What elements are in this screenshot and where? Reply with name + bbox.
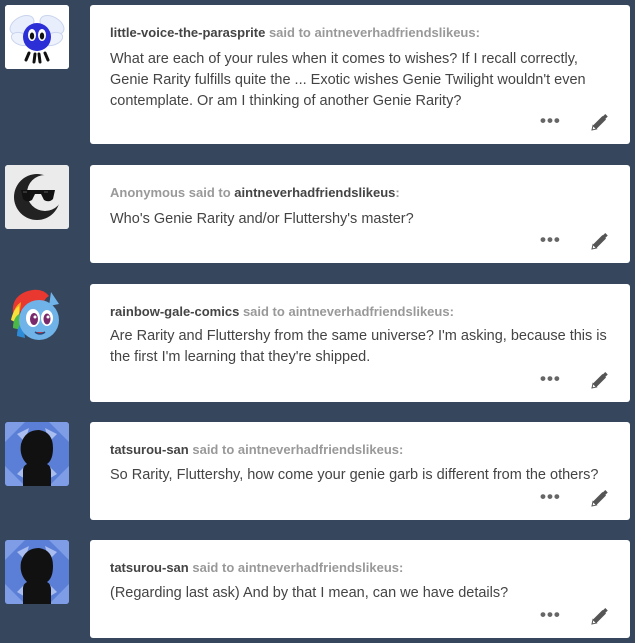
said-to-label: said to <box>242 304 285 319</box>
post-controls: ••• <box>540 112 610 134</box>
post-controls: ••• <box>540 488 610 510</box>
more-options-icon[interactable]: ••• <box>540 231 561 249</box>
question-text: (Regarding last ask) And by that I mean,… <box>110 585 509 601</box>
pencil-edit-icon[interactable] <box>588 606 610 628</box>
parasprite-avatar-icon <box>5 5 69 69</box>
question-text: Are Rarity and Fluttershy from the same … <box>110 328 607 365</box>
pony-avatar-icon <box>5 284 69 348</box>
default-silhouette-avatar-icon <box>5 422 69 486</box>
asker-line: little-voice-the-parasprite said to aint… <box>110 25 480 40</box>
said-to-label: said to <box>192 560 235 575</box>
recipient-name[interactable]: aintneverhadfriendslikeus <box>238 442 399 457</box>
avatar[interactable] <box>5 165 69 229</box>
recipient-name[interactable]: aintneverhadfriendslikeus <box>234 185 395 200</box>
more-options-icon[interactable]: ••• <box>540 112 561 130</box>
question-text: What are each of your rules when it come… <box>110 51 586 109</box>
question-text: So Rarity, Fluttershy, how come your gen… <box>110 467 599 483</box>
ask-card: tatsurou-san said to aintneverhadfriends… <box>90 540 630 638</box>
post-controls: ••• <box>540 231 610 253</box>
asker-line: rainbow-gale-comics said to aintneverhad… <box>110 304 454 319</box>
asker-name[interactable]: little-voice-the-parasprite <box>110 25 265 40</box>
avatar[interactable] <box>5 5 69 69</box>
said-to-label: said to <box>192 442 235 457</box>
asker-name[interactable]: rainbow-gale-comics <box>110 304 239 319</box>
asker-suffix: : <box>395 185 400 200</box>
post-controls: ••• <box>540 606 610 628</box>
anonymous-sunglasses-avatar-icon <box>5 165 69 229</box>
pencil-edit-icon[interactable] <box>588 488 610 510</box>
asker-name[interactable]: tatsurou-san <box>110 442 189 457</box>
question-text: Who's Genie Rarity and/or Fluttershy's m… <box>110 211 414 227</box>
default-silhouette-avatar-icon <box>5 540 69 604</box>
ask-card: tatsurou-san said to aintneverhadfriends… <box>90 422 630 520</box>
asker-line: Anonymous said to aintneverhadfriendslik… <box>110 185 400 200</box>
post-controls: ••• <box>540 370 610 392</box>
asker-suffix: : <box>449 304 454 319</box>
said-to-label: said to <box>188 185 231 200</box>
asker-line: tatsurou-san said to aintneverhadfriends… <box>110 442 403 457</box>
ask-card: rainbow-gale-comics said to aintneverhad… <box>90 284 630 402</box>
more-options-icon[interactable]: ••• <box>540 488 561 506</box>
recipient-name[interactable]: aintneverhadfriendslikeus <box>288 304 449 319</box>
avatar[interactable] <box>5 422 69 486</box>
asker-suffix: : <box>399 442 404 457</box>
pencil-edit-icon[interactable] <box>588 231 610 253</box>
asker-name: Anonymous <box>110 185 186 200</box>
said-to-label: said to <box>268 25 311 40</box>
asker-suffix: : <box>475 25 480 40</box>
recipient-name[interactable]: aintneverhadfriendslikeus <box>314 25 475 40</box>
more-options-icon[interactable]: ••• <box>540 606 561 624</box>
avatar[interactable] <box>5 540 69 604</box>
more-options-icon[interactable]: ••• <box>540 370 561 388</box>
asker-line: tatsurou-san said to aintneverhadfriends… <box>110 560 403 575</box>
pencil-edit-icon[interactable] <box>588 112 610 134</box>
pencil-edit-icon[interactable] <box>588 370 610 392</box>
ask-card: little-voice-the-parasprite said to aint… <box>90 5 630 144</box>
ask-card: Anonymous said to aintneverhadfriendslik… <box>90 165 630 263</box>
recipient-name[interactable]: aintneverhadfriendslikeus <box>238 560 399 575</box>
avatar[interactable] <box>5 284 69 348</box>
asker-suffix: : <box>399 560 404 575</box>
asker-name[interactable]: tatsurou-san <box>110 560 189 575</box>
